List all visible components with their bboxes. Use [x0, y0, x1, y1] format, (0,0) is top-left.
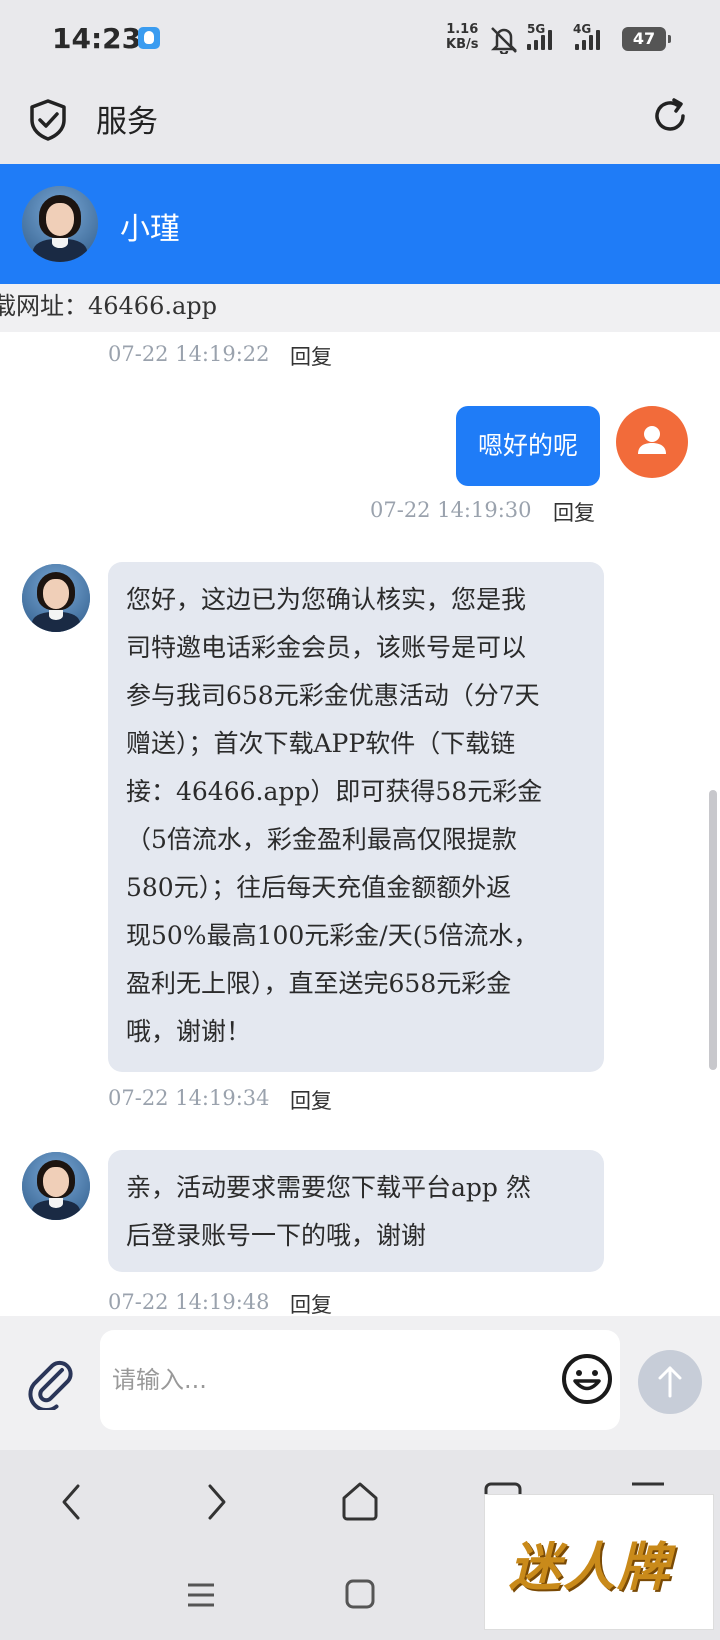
message-line: 接：46466.app）即可获得58元彩金: [126, 777, 543, 806]
reply-link[interactable]: 回复: [290, 341, 332, 371]
message-bubble-agent[interactable]: 您好，这边已为您确认核实，您是我 司特邀电话彩金会员，该账号是可以 参与我司65…: [108, 562, 604, 1072]
paperclip-icon[interactable]: [22, 1354, 78, 1410]
message-line: 580元）；往后每天充值金额额外返: [126, 873, 512, 902]
battery-icon: 47: [622, 27, 671, 51]
status-time: 14:23: [52, 22, 142, 55]
refresh-icon[interactable]: [650, 96, 690, 136]
net-speed: 1.16 KB/s: [446, 22, 478, 52]
signal-icon: [527, 28, 552, 50]
system-home-icon[interactable]: [344, 1578, 376, 1610]
message-time: 07-22 14:19:48: [108, 1290, 270, 1314]
message-line: 赠送）；首次下载APP软件（下载链: [126, 729, 516, 758]
message-line: （5倍流水，彩金盈利最高仅限提款: [126, 825, 517, 854]
reply-link[interactable]: 回复: [290, 1289, 332, 1316]
home-icon[interactable]: [340, 1480, 380, 1522]
chat-header: 小瑾: [0, 164, 720, 284]
message-line: 您好，这边已为您确认核实，您是我: [126, 585, 527, 614]
message-time: 07-22 14:19:22: [108, 342, 270, 366]
app-header: 服务: [0, 80, 720, 164]
user-icon: [638, 426, 666, 454]
message-bubble-user[interactable]: 嗯好的呢: [456, 406, 600, 486]
message-line: 现50%最高100元彩金/天(5倍流水，: [126, 921, 539, 950]
back-icon[interactable]: [58, 1482, 88, 1522]
watermark-text: 迷人牌: [509, 1538, 672, 1598]
input-bar: [0, 1316, 720, 1450]
net-speed-value: 1.16: [446, 22, 479, 37]
signal-icon: [575, 28, 600, 50]
shield-check-icon[interactable]: [28, 98, 68, 142]
message-input-box[interactable]: [100, 1330, 620, 1430]
user-avatar: [616, 406, 688, 478]
emoji-icon[interactable]: [560, 1352, 614, 1406]
message-line: 哦，谢谢！: [126, 1017, 252, 1046]
agent-name: 小瑾: [120, 212, 180, 247]
message-line: 司特邀电话彩金会员，该账号是可以: [126, 633, 527, 662]
message-time: 07-22 14:19:30: [370, 498, 532, 522]
message-line: 后登录账号一下的哦，谢谢: [126, 1221, 427, 1250]
notice-text: 载网址：46466.app: [0, 292, 218, 320]
mute-icon: [490, 27, 518, 54]
net-speed-unit: KB/s: [446, 37, 479, 52]
message-input[interactable]: [112, 1358, 532, 1402]
arrow-up-icon: [658, 1366, 682, 1398]
page-title: 服务: [96, 104, 158, 140]
status-bar: 14:23 1.16 KB/s 5G 4G 47: [0, 0, 720, 80]
qq-icon: [138, 27, 160, 49]
recents-icon[interactable]: [186, 1580, 216, 1610]
agent-avatar: [22, 1152, 90, 1220]
message-line: 盈利无上限），直至送完658元彩金: [126, 969, 512, 998]
reply-link[interactable]: 回复: [290, 1085, 332, 1115]
chat-area[interactable]: 07-22 14:19:22 回复 嗯好的呢 07-22 14:19:30 回复…: [0, 332, 720, 1316]
agent-avatar: [22, 564, 90, 632]
message-line: 参与我司658元彩金优惠活动（分7天: [126, 681, 540, 710]
reply-link[interactable]: 回复: [553, 497, 595, 527]
send-button[interactable]: [638, 1350, 702, 1414]
message-line: 亲，活动要求需要您下载平台app 然: [126, 1173, 531, 1202]
watermark-logo: 迷人牌: [484, 1494, 714, 1630]
agent-avatar[interactable]: [22, 186, 98, 262]
chat-scrollbar[interactable]: [709, 790, 717, 1070]
message-time: 07-22 14:19:34: [108, 1086, 270, 1110]
forward-icon[interactable]: [200, 1482, 230, 1522]
message-bubble-agent[interactable]: 亲，活动要求需要您下载平台app 然 后登录账号一下的哦，谢谢: [108, 1150, 604, 1272]
notice-marquee: 载网址：46466.app: [0, 284, 720, 332]
